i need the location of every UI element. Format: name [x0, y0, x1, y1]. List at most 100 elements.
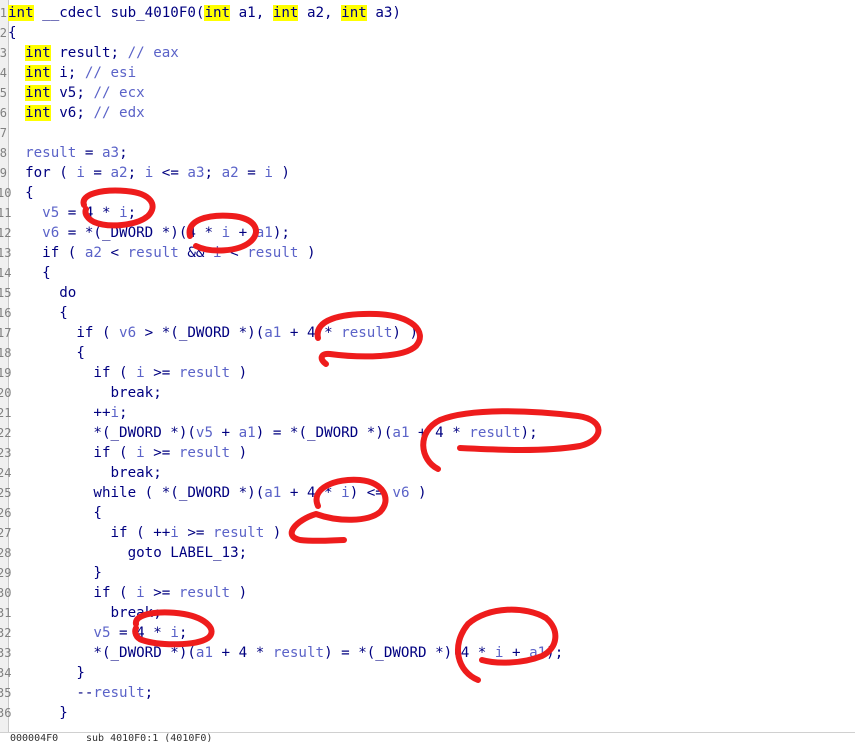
identifier[interactable]: result	[247, 245, 298, 261]
code-token: if (	[8, 325, 120, 341]
code-token: ;	[127, 205, 137, 221]
identifier[interactable]: i	[119, 205, 128, 221]
identifier[interactable]: i	[111, 405, 120, 421]
code-token: ) <=	[349, 485, 393, 501]
line-number: 35	[0, 686, 11, 700]
code-text: {	[8, 303, 68, 323]
keyword-int-highlighted: int	[25, 65, 51, 81]
code-token: if (	[8, 445, 137, 461]
identifier[interactable]: i	[170, 525, 179, 541]
identifier[interactable]: a1	[264, 325, 281, 341]
line-number: 14	[0, 266, 11, 280]
identifier[interactable]: i	[136, 445, 145, 461]
code-text: {	[8, 263, 51, 283]
identifier[interactable]: a1	[239, 425, 256, 441]
line-number: 24	[0, 466, 11, 480]
code-token: );	[520, 425, 538, 441]
identifier[interactable]: a2	[111, 165, 128, 181]
code-token: <=	[153, 165, 188, 181]
identifier[interactable]: result	[93, 685, 144, 701]
line-number: 5	[0, 86, 7, 100]
identifier[interactable]: a1	[256, 225, 273, 241]
code-text: if ( i >= result )	[8, 583, 247, 603]
code-text: *(_DWORD *)(a1 + 4 * result) = *(_DWORD …	[8, 643, 563, 663]
code-text: break;	[8, 603, 161, 623]
code-text: if ( v6 > *(_DWORD *)(a1 + 4 * result) )	[8, 323, 418, 343]
identifier[interactable]: i	[170, 625, 179, 641]
identifier[interactable]: i	[136, 585, 145, 601]
identifier[interactable]: result	[469, 425, 520, 441]
code-token: i;	[50, 65, 85, 81]
identifier[interactable]: a3	[102, 145, 119, 161]
code-token: + 4 *	[213, 645, 273, 661]
code-text: int v5; // ecx	[8, 83, 145, 103]
code-token: >=	[144, 585, 179, 601]
code-token: ) = *(_DWORD *)(4 *	[324, 645, 495, 661]
identifier[interactable]: result	[128, 245, 179, 261]
code-token: >=	[144, 365, 179, 381]
code-token: {	[8, 505, 102, 521]
identifier[interactable]: a1	[392, 425, 409, 441]
identifier[interactable]: v5	[42, 205, 59, 221]
identifier[interactable]: v6	[119, 325, 136, 341]
code-text: {	[8, 343, 85, 363]
identifier[interactable]: v6	[392, 485, 409, 501]
code-token: =	[76, 145, 102, 161]
code-token: =	[238, 165, 265, 181]
identifier[interactable]: result	[179, 365, 230, 381]
code-text: if ( a2 < result && i < result )	[8, 243, 315, 263]
identifier[interactable]: i	[213, 245, 222, 261]
identifier[interactable]: result	[213, 525, 264, 541]
code-token: if ( ++	[8, 525, 171, 541]
code-token: ;	[204, 165, 222, 181]
identifier[interactable]: v6	[42, 225, 59, 241]
register-comment: // eax	[127, 45, 179, 61]
identifier[interactable]: i	[264, 165, 273, 181]
identifier[interactable]: i	[222, 225, 231, 241]
line-number: 7	[0, 126, 7, 140]
code-token: &&	[178, 245, 214, 261]
code-text: int v6; // edx	[8, 103, 145, 123]
line-number: 20	[0, 386, 11, 400]
code-token: +	[230, 225, 256, 241]
code-text: ++i;	[8, 403, 127, 423]
line-number: 26	[0, 506, 11, 520]
identifier[interactable]: i	[145, 165, 154, 181]
identifier[interactable]: i	[76, 165, 85, 181]
line-number: 1	[0, 6, 7, 20]
line-number: 36	[0, 706, 11, 720]
code-token: {	[8, 345, 85, 361]
code-token: +	[503, 645, 530, 661]
identifier[interactable]: result	[273, 645, 324, 661]
identifier[interactable]: v5	[196, 425, 213, 441]
register-comment: // edx	[93, 105, 145, 121]
identifier[interactable]: a2	[85, 245, 102, 261]
code-token: while ( *(_DWORD *)(	[8, 485, 265, 501]
identifier[interactable]: i	[136, 365, 145, 381]
code-token: break;	[8, 465, 162, 481]
identifier[interactable]: result	[341, 325, 392, 341]
identifier[interactable]: a1	[529, 645, 546, 661]
identifier[interactable]: result	[25, 145, 76, 161]
identifier[interactable]: result	[179, 585, 230, 601]
keyword-int-highlighted: int	[25, 85, 51, 101]
line-number: 2	[0, 26, 7, 40]
code-text: if ( i >= result )	[8, 443, 247, 463]
line-number: 19	[0, 366, 11, 380]
code-token: )	[230, 445, 248, 461]
code-token: );	[546, 645, 564, 661]
identifier[interactable]: a2	[222, 165, 239, 181]
identifier[interactable]: a1	[264, 485, 281, 501]
identifier[interactable]: v5	[93, 625, 110, 641]
line-number: 33	[0, 646, 11, 660]
identifier[interactable]: a3	[187, 165, 204, 181]
line-number: 15	[0, 286, 11, 300]
identifier[interactable]: result	[179, 445, 230, 461]
identifier[interactable]: i	[341, 485, 350, 501]
identifier[interactable]: a1	[196, 645, 213, 661]
line-number: 30	[0, 586, 11, 600]
line-number: 28	[0, 546, 11, 560]
code-text: {	[8, 503, 102, 523]
